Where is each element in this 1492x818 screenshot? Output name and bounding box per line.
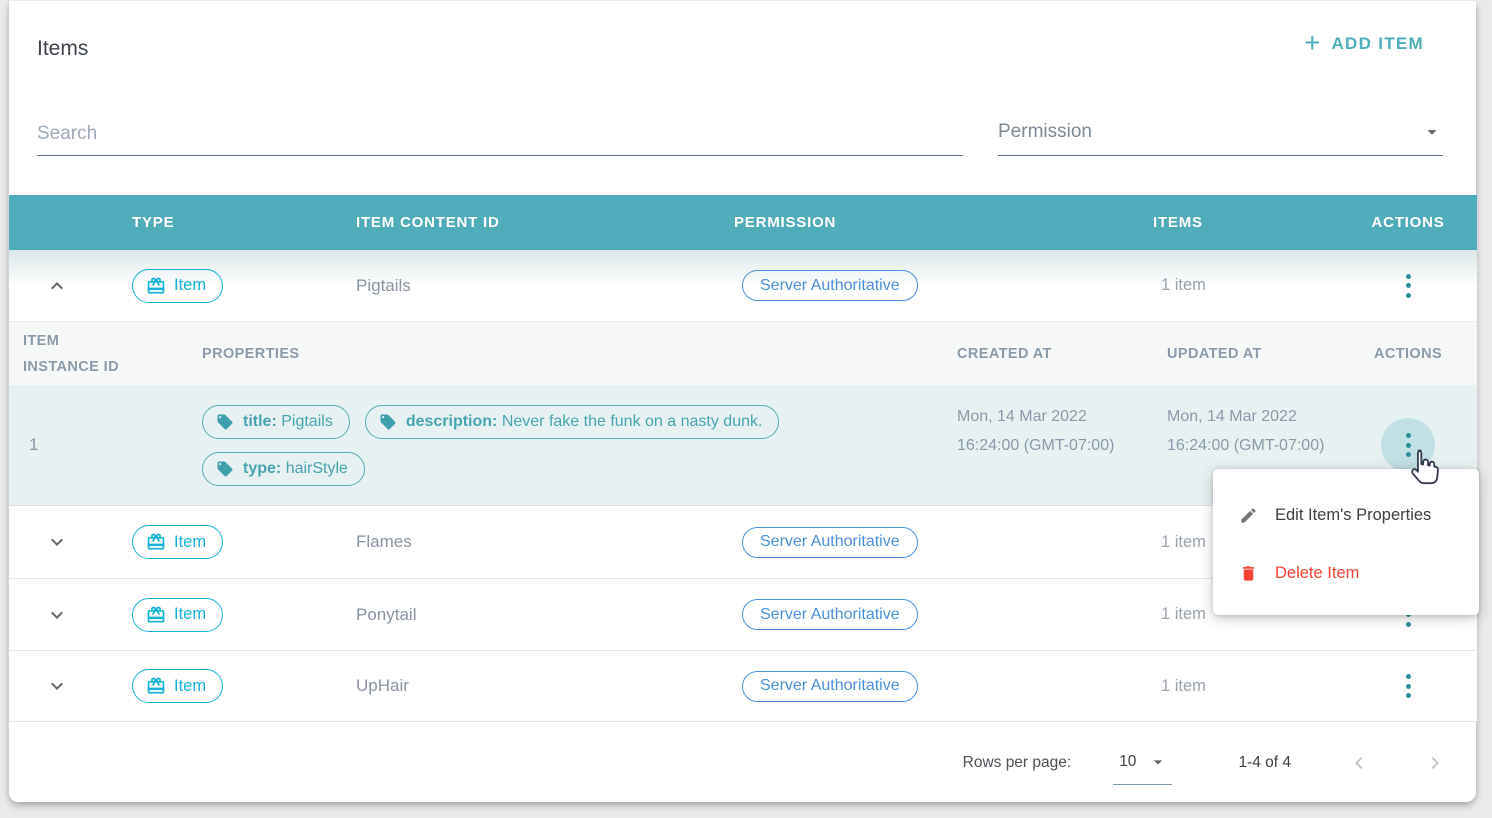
pencil-icon (1239, 506, 1258, 525)
type-badge-label: Item (174, 677, 206, 696)
gift-icon (146, 676, 166, 696)
chevron-up-icon (45, 274, 69, 298)
tag-icon (216, 413, 234, 431)
item-content-id: Pigtails (356, 276, 734, 296)
trash-icon (1239, 564, 1258, 583)
header-permission: PERMISSION (734, 214, 1153, 231)
chevron-right-icon (1423, 751, 1447, 775)
items-count: 1 item (1153, 677, 1366, 696)
item-instance-id: 1 (9, 385, 202, 505)
gift-icon (146, 605, 166, 625)
type-badge-label: Item (174, 605, 206, 624)
item-type-badge: Item (132, 598, 223, 632)
type-badge-label: Item (174, 276, 206, 295)
chevron-down-icon (45, 674, 69, 698)
pagination-range: 1-4 of 4 (1238, 754, 1291, 772)
item-type-badge: Item (132, 669, 223, 703)
add-item-label: ADD ITEM (1331, 34, 1424, 54)
header-type: TYPE (132, 214, 356, 231)
header-instance-actions: ACTIONS (1366, 341, 1450, 367)
permission-badge: Server Authoritative (742, 671, 918, 702)
pagination-bar: Rows per page: 10 1-4 of 4 (9, 722, 1477, 803)
tag-icon (379, 413, 397, 431)
rows-per-page-select[interactable]: 10 (1113, 752, 1172, 774)
header-item-instance-id: ITEM INSTANCE ID (9, 328, 139, 380)
collapse-row-button[interactable] (45, 274, 69, 298)
permission-filter-label: Permission (998, 121, 1092, 155)
header-properties: PROPERTIES (202, 341, 949, 367)
items-count: 1 item (1153, 276, 1366, 295)
gift-icon (146, 276, 166, 296)
page-title: Items (37, 37, 88, 61)
header-updated-at: UPDATED AT (1159, 341, 1366, 367)
kebab-icon (1406, 674, 1411, 698)
permission-badge: Server Authoritative (742, 527, 918, 558)
properties-chips: title: Pigtails description: Never fake … (202, 395, 902, 496)
row-actions-menu: Edit Item's Properties Delete Item (1213, 469, 1479, 615)
type-badge-label: Item (174, 533, 206, 552)
expand-row-button[interactable] (45, 603, 69, 627)
header-created-at: CREATED AT (949, 341, 1159, 367)
row-actions-button[interactable] (1381, 259, 1435, 313)
add-item-button[interactable]: + ADD ITEM (1304, 34, 1424, 54)
rows-per-page-label: Rows per page: (963, 754, 1072, 772)
menu-item-edit-properties[interactable]: Edit Item's Properties (1213, 493, 1479, 537)
caret-down-icon (1148, 752, 1168, 772)
header-items: ITEMS (1153, 214, 1366, 231)
kebab-icon (1406, 274, 1411, 298)
table-row: Item UpHair Server Authoritative 1 item (9, 650, 1477, 722)
property-chip-type: type: hairStyle (202, 452, 365, 486)
property-chip-description: description: Never fake the funk on a na… (365, 405, 780, 439)
rows-per-page-value: 10 (1119, 753, 1136, 771)
expand-row-button[interactable] (45, 674, 69, 698)
plus-icon: + (1304, 33, 1320, 53)
permission-badge: Server Authoritative (742, 270, 918, 301)
next-page-button[interactable] (1423, 751, 1447, 775)
chevron-left-icon (1347, 751, 1371, 775)
items-panel: Items + ADD ITEM Permission TYPE ITEM CO… (8, 0, 1476, 802)
permission-filter-select[interactable]: Permission (998, 113, 1443, 156)
tag-icon (216, 460, 234, 478)
permission-badge: Server Authoritative (742, 599, 918, 630)
expand-row-button[interactable] (45, 530, 69, 554)
search-input[interactable] (37, 113, 963, 156)
row-actions-button[interactable] (1381, 659, 1435, 713)
chevron-down-icon (45, 530, 69, 554)
item-content-id: UpHair (356, 676, 734, 696)
item-type-badge: Item (132, 269, 223, 303)
created-at-value: Mon, 14 Mar 2022 16:24:00 (GMT-07:00) (949, 385, 1159, 505)
header-item-content-id: ITEM CONTENT ID (356, 214, 734, 231)
instance-actions-button[interactable] (1381, 418, 1435, 472)
table-row: Item Pigtails Server Authoritative 1 ite… (9, 250, 1477, 321)
table-header-row: TYPE ITEM CONTENT ID PERMISSION ITEMS AC… (9, 195, 1477, 250)
item-content-id: Flames (356, 532, 734, 552)
gift-icon (146, 532, 166, 552)
item-content-id: Ponytail (356, 605, 734, 625)
menu-item-delete-item[interactable]: Delete Item (1213, 551, 1479, 595)
instance-table-header: ITEM INSTANCE ID PROPERTIES CREATED AT U… (9, 321, 1477, 385)
item-type-badge: Item (132, 525, 223, 559)
kebab-icon (1406, 433, 1411, 457)
header-actions: ACTIONS (1366, 214, 1450, 231)
previous-page-button[interactable] (1347, 751, 1371, 775)
chevron-down-icon (45, 603, 69, 627)
caret-down-icon (1421, 121, 1443, 143)
property-chip-title: title: Pigtails (202, 405, 350, 439)
